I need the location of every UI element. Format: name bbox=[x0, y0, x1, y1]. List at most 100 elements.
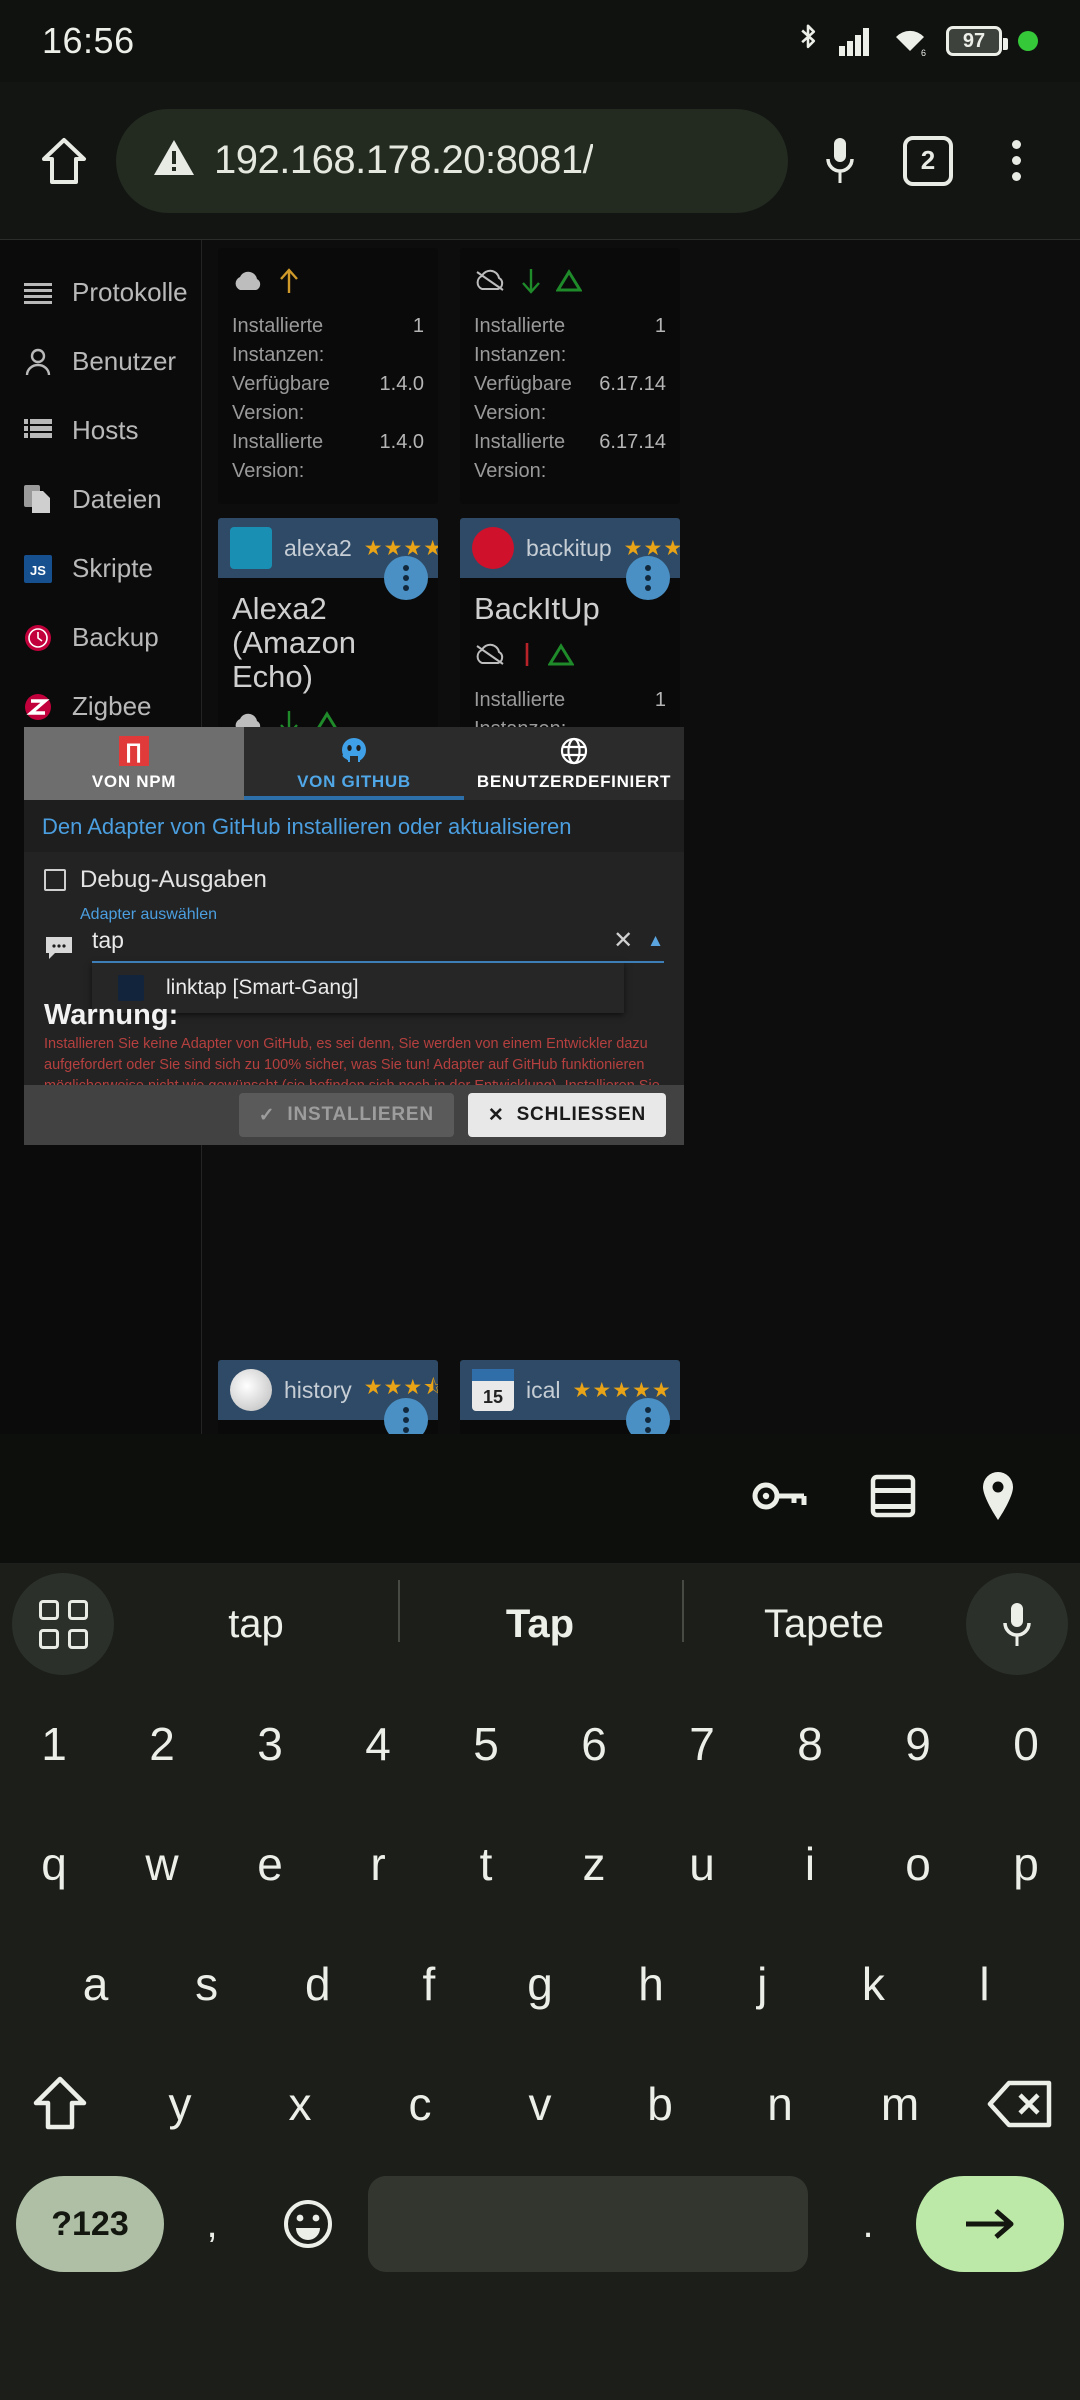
key-0[interactable]: 0 bbox=[972, 1684, 1080, 1804]
javascript-icon: JS bbox=[22, 553, 54, 585]
home-button[interactable] bbox=[28, 125, 100, 197]
key-9[interactable]: 9 bbox=[864, 1684, 972, 1804]
shift-key[interactable] bbox=[0, 2075, 120, 2133]
keyboard-voice-button[interactable] bbox=[966, 1573, 1068, 1675]
suggestion-2[interactable]: Tapete bbox=[682, 1579, 966, 1647]
key-y[interactable]: y bbox=[120, 2044, 240, 2164]
key-z[interactable]: z bbox=[540, 1804, 648, 1924]
key-p[interactable]: p bbox=[972, 1804, 1080, 1924]
cloud-off-icon bbox=[476, 643, 504, 665]
debug-output-checkbox-row[interactable]: Debug-Ausgaben bbox=[44, 866, 664, 894]
key-c[interactable]: c bbox=[360, 2044, 480, 2164]
key-r[interactable]: r bbox=[324, 1804, 432, 1924]
key-i[interactable]: i bbox=[756, 1804, 864, 1924]
key-l[interactable]: l bbox=[929, 1924, 1040, 2044]
debug-output-checkbox[interactable] bbox=[44, 869, 66, 891]
key-o[interactable]: o bbox=[864, 1804, 972, 1924]
period-key[interactable]: . bbox=[820, 2202, 916, 2247]
status-clock: 16:56 bbox=[42, 20, 135, 61]
tab-label: VON GITHUB bbox=[297, 772, 411, 791]
key-u[interactable]: u bbox=[648, 1804, 756, 1924]
suggestion-1[interactable]: Tap bbox=[398, 1579, 682, 1647]
tab-von-npm[interactable]: ∏ VON NPM bbox=[24, 727, 244, 800]
linktap-logo-icon bbox=[118, 975, 144, 1001]
adapter-card-header: alexa2 ★★★★☆ bbox=[218, 518, 438, 600]
sidebar-item-skripte[interactable]: JS Skripte bbox=[0, 534, 201, 603]
key-h[interactable]: h bbox=[596, 1924, 707, 2044]
sidebar-item-protokolle[interactable]: Protokolle bbox=[0, 258, 201, 327]
x-icon: ✕ bbox=[487, 1104, 505, 1126]
key-8[interactable]: 8 bbox=[756, 1684, 864, 1804]
tab-switcher-button[interactable]: 2 bbox=[892, 125, 964, 197]
key-k[interactable]: k bbox=[818, 1924, 929, 2044]
adapter-installed-version: Installierte Version: 6.17.14 bbox=[474, 428, 666, 486]
key-7[interactable]: 7 bbox=[648, 1684, 756, 1804]
adapter-card-history[interactable]: history ★★★⯪☆ History bbox=[218, 1360, 438, 1434]
key-4[interactable]: 4 bbox=[324, 1684, 432, 1804]
adapter-menu-button[interactable] bbox=[626, 1398, 670, 1434]
url-bar[interactable]: 192.168.178.20:8081/ bbox=[116, 108, 788, 213]
voice-search-button[interactable] bbox=[804, 125, 876, 197]
tab-benutzerdefiniert[interactable]: BENUTZERDEFINIERT bbox=[464, 727, 684, 800]
credit-card-icon[interactable] bbox=[870, 1473, 916, 1524]
suggestion-0[interactable]: tap bbox=[114, 1602, 398, 1647]
comma-key[interactable]: , bbox=[164, 2202, 260, 2247]
chevron-up-icon[interactable]: ▲ bbox=[647, 931, 664, 951]
symbols-key[interactable]: ?123 bbox=[16, 2176, 164, 2272]
key-w[interactable]: w bbox=[108, 1804, 216, 1924]
key-q[interactable]: q bbox=[0, 1804, 108, 1924]
emoji-key[interactable] bbox=[260, 2198, 356, 2250]
key-t[interactable]: t bbox=[432, 1804, 540, 1924]
adapter-card[interactable]: Installierte Instanzen: 1 Verfügbare Ver… bbox=[218, 248, 438, 504]
key-v[interactable]: v bbox=[480, 2044, 600, 2164]
key-s[interactable]: s bbox=[151, 1924, 262, 2044]
tab-von-github[interactable]: VON GITHUB bbox=[244, 727, 464, 800]
adapter-menu-button[interactable] bbox=[384, 556, 428, 600]
browser-menu-button[interactable] bbox=[980, 125, 1052, 197]
clear-x-icon[interactable]: ✕ bbox=[613, 926, 633, 955]
key-5[interactable]: 5 bbox=[432, 1684, 540, 1804]
browser-toolbar: 192.168.178.20:8081/ 2 bbox=[0, 82, 1080, 240]
key-1[interactable]: 1 bbox=[0, 1684, 108, 1804]
enter-key[interactable] bbox=[916, 2176, 1064, 2272]
adapter-installed-instances: Installierte Instanzen: 1 bbox=[474, 312, 666, 370]
adapter-card[interactable]: Installierte Instanzen: 1 Verfügbare Ver… bbox=[460, 248, 680, 504]
key-b[interactable]: b bbox=[600, 2044, 720, 2164]
cloud-filled-icon bbox=[235, 271, 261, 290]
adapter-id: alexa2 bbox=[284, 534, 352, 561]
adapter-available-version: Verfügbare Version: 1.4.0 bbox=[232, 370, 424, 428]
key-2[interactable]: 2 bbox=[108, 1684, 216, 1804]
key-f[interactable]: f bbox=[373, 1924, 484, 2044]
cellular-signal-icon bbox=[838, 26, 874, 56]
key-m[interactable]: m bbox=[840, 2044, 960, 2164]
sidebar-item-hosts[interactable]: Hosts bbox=[0, 396, 201, 465]
key-d[interactable]: d bbox=[262, 1924, 373, 2044]
key-x[interactable]: x bbox=[240, 2044, 360, 2164]
key-e[interactable]: e bbox=[216, 1804, 324, 1924]
key-g[interactable]: g bbox=[484, 1924, 595, 2044]
close-button[interactable]: ✕ SCHLIESSEN bbox=[467, 1093, 666, 1137]
location-pin-icon[interactable] bbox=[978, 1470, 1018, 1527]
space-key[interactable] bbox=[368, 2176, 808, 2272]
tab-label: VON NPM bbox=[91, 772, 177, 791]
adapter-card-ical[interactable]: 15 ical ★★★★★ iCal Kalender bbox=[460, 1360, 680, 1434]
adapter-menu-button[interactable] bbox=[384, 1398, 428, 1434]
password-key-icon[interactable] bbox=[752, 1476, 808, 1521]
wifi-icon: 6 bbox=[890, 25, 930, 57]
sidebar-item-dateien[interactable]: Dateien bbox=[0, 465, 201, 534]
sidebar-item-benutzer[interactable]: Benutzer bbox=[0, 327, 201, 396]
key-3[interactable]: 3 bbox=[216, 1684, 324, 1804]
key-a[interactable]: a bbox=[40, 1924, 151, 2044]
key-j[interactable]: j bbox=[707, 1924, 818, 2044]
suggestion-item-linktap[interactable]: linktap [Smart-Gang] bbox=[166, 976, 359, 1000]
tab-count: 2 bbox=[903, 135, 953, 186]
sidebar-item-backup[interactable]: Backup bbox=[0, 603, 201, 672]
install-button[interactable]: ✓ INSTALLIEREN bbox=[238, 1093, 454, 1137]
backspace-key[interactable] bbox=[960, 2080, 1080, 2128]
adapter-menu-button[interactable] bbox=[626, 556, 670, 600]
files-icon bbox=[22, 484, 54, 516]
key-6[interactable]: 6 bbox=[540, 1684, 648, 1804]
keyboard-apps-button[interactable] bbox=[12, 1573, 114, 1675]
key-n[interactable]: n bbox=[720, 2044, 840, 2164]
adapter-select-input[interactable]: tap ✕ ▲ bbox=[92, 926, 664, 963]
